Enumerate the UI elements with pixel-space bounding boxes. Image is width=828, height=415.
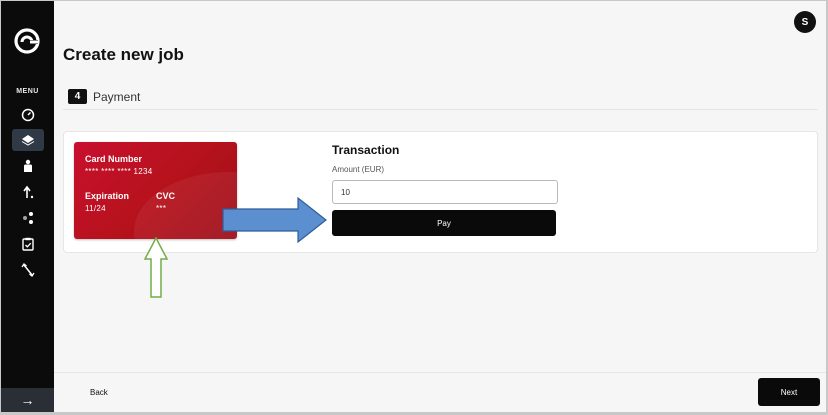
sidebar-item-network[interactable] [12,207,44,229]
credit-card: Card Number **** **** **** 1234 Expirati… [74,142,237,239]
app-window: MENU → S Create new job 4 Payment Card N… [1,1,826,412]
step-number-badge: 4 [68,89,87,104]
layers-icon [21,135,35,146]
amount-input[interactable] [332,180,558,204]
payment-panel: Card Number **** **** **** 1234 Expirati… [63,131,818,253]
sidebar-item-jobs[interactable] [12,129,44,151]
sidebar-item-dashboard[interactable] [12,104,44,126]
step-label: Payment [93,89,141,104]
sidebar-item-upload[interactable] [12,181,44,203]
card-expiration-value: 11/24 [85,204,106,213]
divider [63,109,818,110]
arrow-right-icon: → [20,392,35,408]
person-icon [24,159,32,172]
main-content: S Create new job 4 Payment Card Number *… [54,1,826,412]
menu-label: MENU [16,88,39,95]
card-number-value: **** **** **** 1234 [85,167,153,176]
step-indicator: 4 Payment [68,89,140,104]
card-cvc-label: CVC [156,191,176,201]
app-logo-icon[interactable] [14,28,40,54]
card-number-label: Card Number [85,154,143,164]
annotation-arrow-right-icon [222,197,327,243]
card-expiration-label: Expiration [85,191,130,201]
collapse-sidebar-button[interactable]: → [1,388,54,412]
sidebar: MENU → [1,1,54,412]
transaction-title: Transaction [332,143,400,157]
clipboard-check-icon [22,237,34,251]
arrow-up-icon [23,185,34,199]
annotation-arrow-up-icon [144,237,168,298]
footer-divider [54,372,826,373]
back-button[interactable]: Back [82,379,116,405]
sidebar-item-users[interactable] [12,155,44,177]
page-title: Create new job [63,45,184,64]
sidebar-item-transfers[interactable] [12,259,44,281]
dashboard-icon [21,108,35,122]
card-cvc-value: *** [156,204,167,213]
pay-button[interactable]: Pay [332,210,556,236]
amount-label: Amount (EUR) [332,165,385,174]
nodes-icon [23,212,33,224]
transfer-icon [21,263,35,277]
next-button[interactable]: Next [758,378,820,406]
sidebar-item-tasks[interactable] [12,233,44,255]
user-avatar[interactable]: S [794,11,816,33]
